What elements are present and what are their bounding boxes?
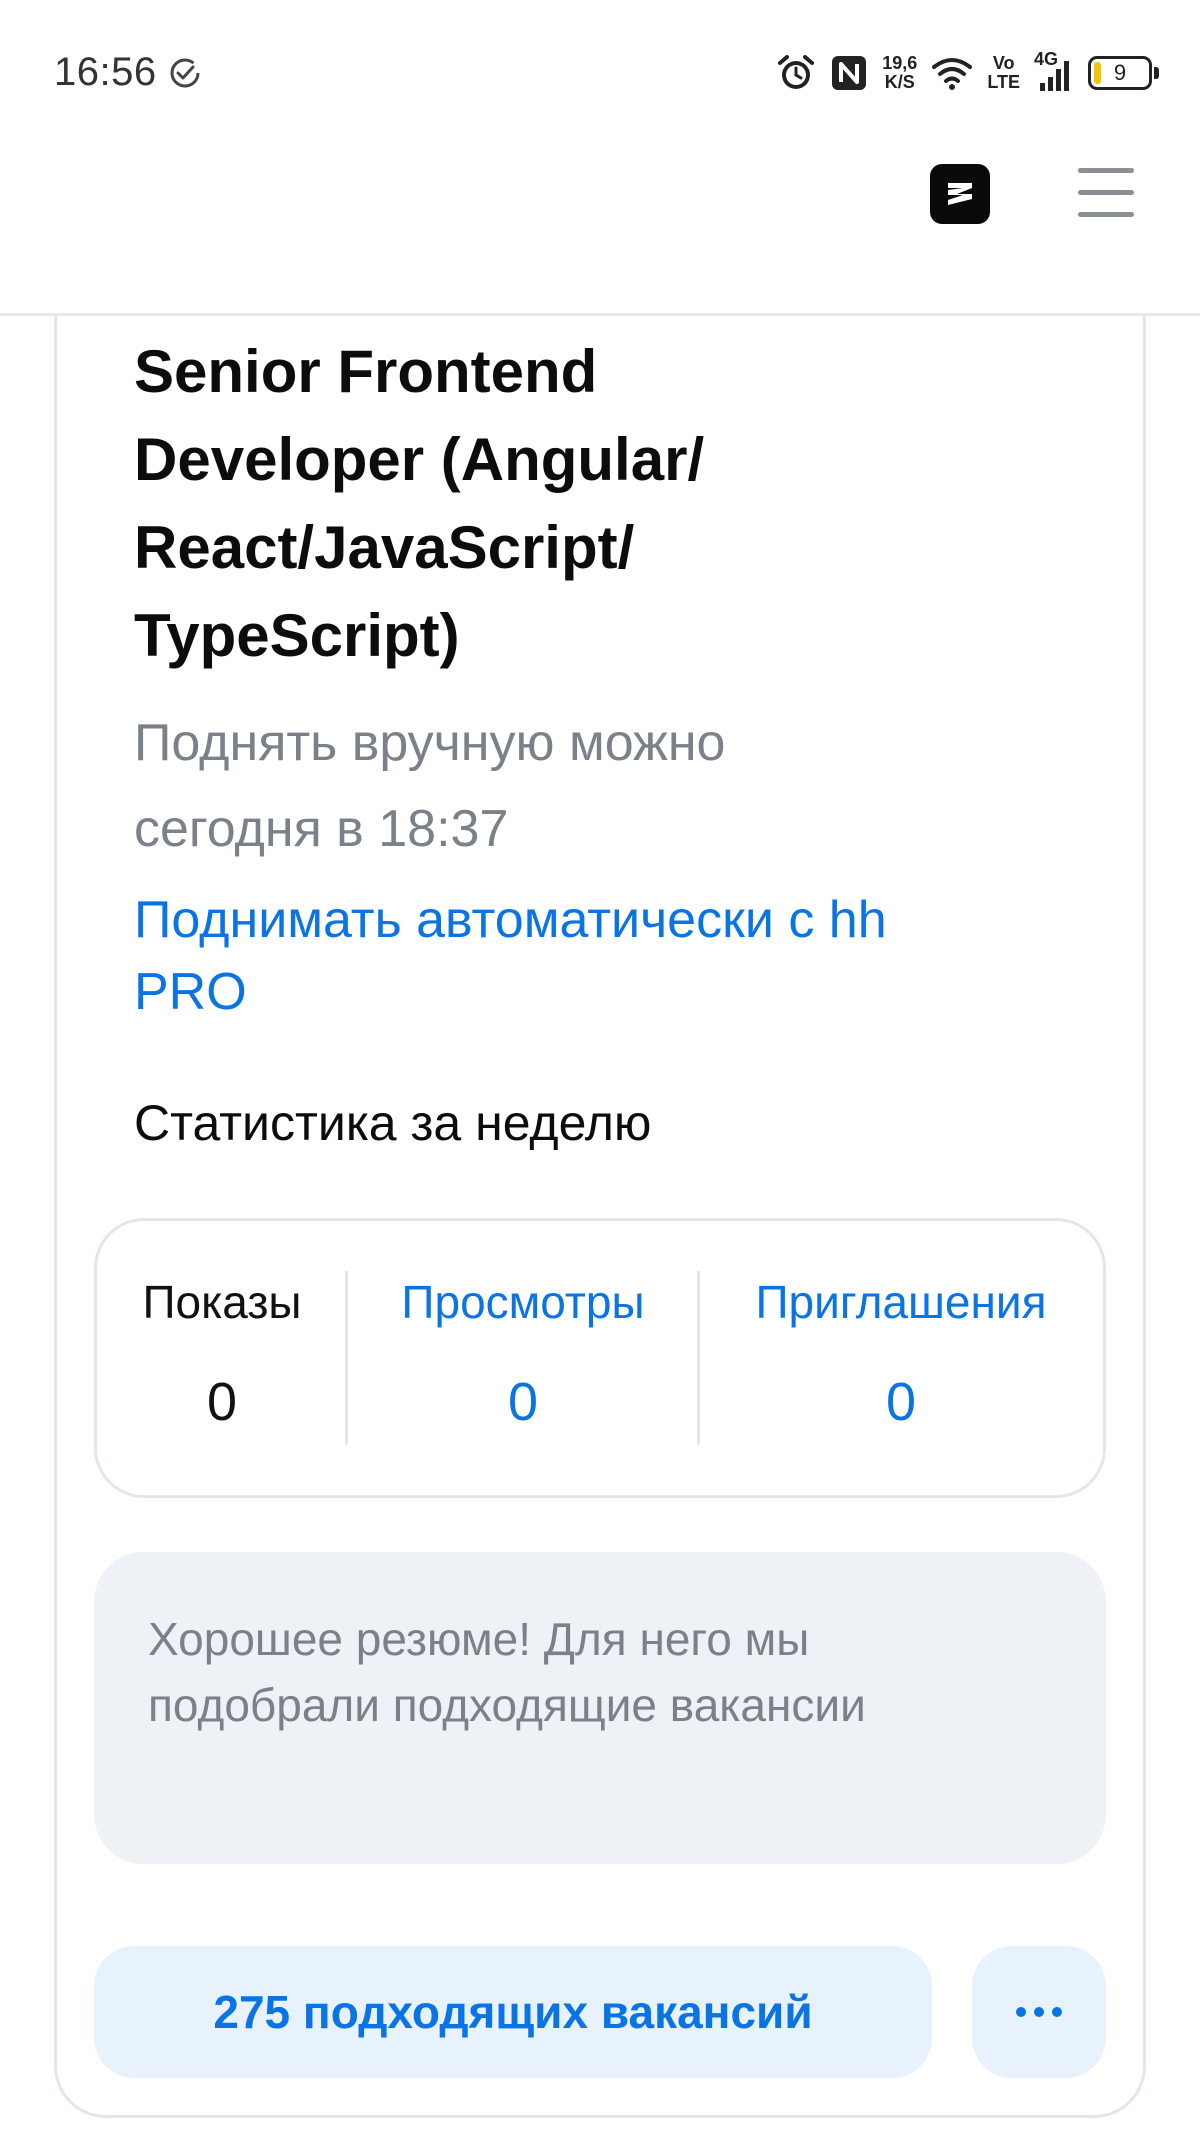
matching-vacancies-button[interactable]: 275 подходящих вакансий — [94, 1946, 932, 2078]
stats-heading: Статистика за неделю — [134, 1095, 652, 1151]
signal-indicator: 4G — [1034, 49, 1074, 93]
battery-icon: 9 — [1088, 56, 1159, 90]
hamburger-menu-icon[interactable] — [1078, 166, 1136, 218]
stat-value: 0 — [206, 1372, 238, 1432]
resume-advice-panel: Хорошее резюме! Для него мы подобрали по… — [94, 1552, 1106, 1864]
status-bar: 16:56 19,6 K/S Vo LTE 4G 9 — [0, 0, 1200, 130]
volte-indicator: Vo LTE — [987, 54, 1020, 92]
check-circle-icon — [170, 58, 200, 88]
status-time: 16:56 — [54, 50, 157, 94]
auto-raise-link[interactable]: Поднимать автоматически с hh PRO — [134, 884, 894, 1028]
more-actions-button[interactable] — [972, 1946, 1106, 2078]
stat-invitations[interactable]: Приглашения 0 — [699, 1221, 1103, 1495]
app-header — [0, 130, 1200, 316]
wifi-icon — [932, 58, 973, 90]
stat-value[interactable]: 0 — [699, 1371, 1103, 1433]
battery-tip — [1154, 67, 1159, 79]
weekly-stats: Показы 0 Просмотры 0 Приглашения 0 — [94, 1218, 1106, 1498]
advice-text: Хорошее резюме! Для него мы подобрали по… — [148, 1613, 866, 1731]
status-icons: 19,6 K/S Vo LTE 4G 9 — [776, 49, 1159, 96]
stat-label: Показы — [142, 1276, 302, 1328]
volte-bottom: LTE — [987, 72, 1020, 92]
more-dots-icon — [1016, 2007, 1062, 2017]
stat-label[interactable]: Приглашения — [699, 1275, 1103, 1329]
app-logo-icon[interactable] — [930, 164, 990, 224]
signal-icon — [1040, 61, 1069, 91]
network-speed-unit: K/S — [884, 72, 915, 92]
raise-note: Поднять вручную можно сегодня в 18:37 — [134, 714, 726, 858]
stat-label[interactable]: Просмотры — [347, 1275, 699, 1329]
resume-title[interactable]: Senior Frontend Developer (Angular/ Reac… — [134, 328, 834, 680]
stat-views[interactable]: Просмотры 0 — [347, 1221, 699, 1495]
alarm-icon — [778, 55, 815, 89]
network-speed-value: 19,6 — [882, 53, 918, 73]
stat-impressions: Показы 0 — [97, 1221, 347, 1495]
nfc-icon — [832, 56, 867, 90]
logo-glyph — [948, 183, 972, 205]
network-speed: 19,6 K/S — [882, 54, 917, 92]
volte-top: Vo — [992, 53, 1015, 73]
battery-level: 9 — [1113, 60, 1127, 85]
stat-value[interactable]: 0 — [347, 1371, 699, 1433]
